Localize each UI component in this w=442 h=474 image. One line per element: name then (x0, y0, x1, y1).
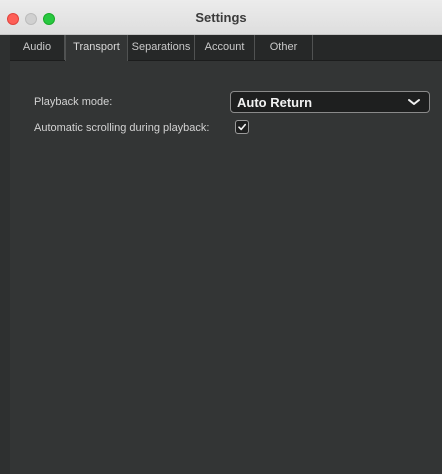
tab-other[interactable]: Other (255, 35, 313, 60)
transport-panel: Playback mode: Auto Return Automatic scr… (10, 61, 442, 474)
window-title: Settings (195, 10, 247, 25)
tab-account[interactable]: Account (195, 35, 255, 60)
title-bar: Settings (0, 0, 442, 35)
tab-transport[interactable]: Transport (65, 35, 128, 61)
chevron-down-icon (408, 99, 420, 105)
tab-bar: Audio Transport Separations Account Othe… (10, 35, 442, 61)
playback-mode-label: Playback mode: (34, 96, 113, 108)
settings-window: Settings Audio Transport Separations Acc… (0, 0, 442, 474)
window-edge (0, 35, 10, 474)
playback-mode-value: Auto Return (237, 95, 313, 110)
checkmark-icon (238, 123, 246, 131)
auto-scroll-checkbox[interactable] (235, 120, 249, 134)
tab-audio[interactable]: Audio (10, 35, 65, 60)
tab-separations[interactable]: Separations (128, 35, 195, 60)
auto-scroll-label: Automatic scrolling during playback: (34, 122, 210, 134)
playback-mode-select[interactable]: Auto Return (230, 91, 430, 113)
